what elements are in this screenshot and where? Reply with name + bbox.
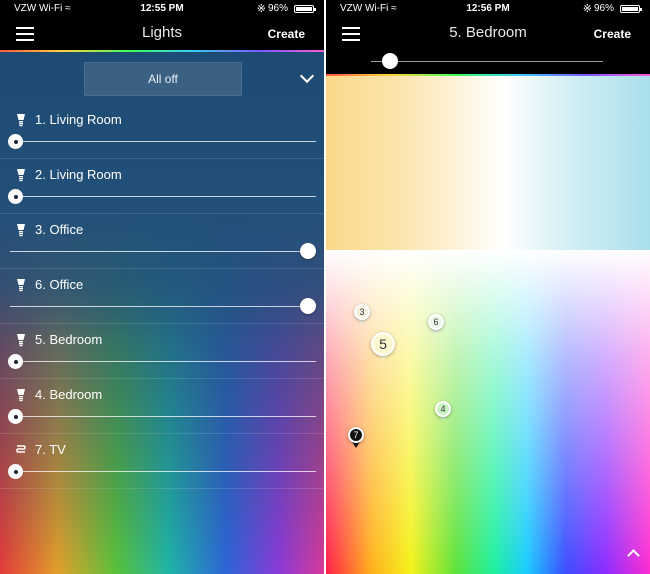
brightness-slider-thumb[interactable] xyxy=(8,409,23,424)
create-button[interactable]: Create xyxy=(268,27,305,41)
light-pin-label: 5 xyxy=(371,332,395,356)
color-picker-screen: VZW Wi-Fi ≈ 12:56 PM ※ 96% 5. Bedroom Cr… xyxy=(326,0,650,574)
brightness-slider-thumb[interactable] xyxy=(381,53,398,69)
light-pin-7[interactable]: 7 xyxy=(348,427,364,449)
bluetooth-icon: ※ xyxy=(582,3,592,15)
brightness-slider-track[interactable] xyxy=(10,196,316,197)
chevron-down-icon[interactable] xyxy=(299,68,315,84)
bluetooth-icon: ※ xyxy=(256,3,266,15)
lights-screen: VZW Wi-Fi ≈ 12:55 PM ※ 96% Lights Create… xyxy=(0,0,324,574)
light-name: 2. Living Room xyxy=(35,167,122,182)
light-row[interactable]: 2. Living Room xyxy=(0,159,324,214)
light-pin-label: 7 xyxy=(348,427,364,443)
light-row[interactable]: 1. Living Room xyxy=(0,104,324,159)
light-pin-3[interactable]: 3 xyxy=(354,304,370,326)
brightness-slider-thumb[interactable] xyxy=(300,298,316,314)
light-row[interactable]: 7. TV xyxy=(0,434,324,489)
light-pin-label: 6 xyxy=(428,314,444,330)
bulb-icon xyxy=(16,223,26,237)
brightness-slider-thumb[interactable] xyxy=(8,464,23,479)
bulb-icon xyxy=(16,333,26,347)
color-wheel-picker[interactable] xyxy=(326,250,650,574)
lightstrip-icon xyxy=(16,443,26,457)
brightness-slider-track[interactable] xyxy=(10,141,316,142)
brightness-slider-track[interactable] xyxy=(10,416,316,417)
lights-list: 1. Living Room 2. Living Room 3. Office 6. … xyxy=(0,104,324,489)
brightness-slider-thumb[interactable] xyxy=(300,243,316,259)
light-name: 5. Bedroom xyxy=(35,332,103,347)
light-row[interactable]: 3. Office xyxy=(0,214,324,269)
all-off-row: All off xyxy=(0,52,324,104)
light-name: 1. Living Room xyxy=(35,112,122,127)
brightness-slider-thumb[interactable] xyxy=(8,134,23,149)
light-name: 3. Office xyxy=(35,222,84,237)
brightness-slider-track[interactable] xyxy=(371,61,603,62)
battery-icon xyxy=(294,5,316,13)
battery-percent: 96% xyxy=(267,3,288,14)
light-row[interactable]: 6. Office xyxy=(0,269,324,324)
light-name: 4. Bedroom xyxy=(35,387,103,402)
battery-icon xyxy=(620,5,642,13)
color-temperature-picker[interactable] xyxy=(326,76,650,250)
light-pin-5[interactable]: 5 xyxy=(371,332,395,362)
brightness-slider-track[interactable] xyxy=(10,361,316,362)
bulb-icon xyxy=(16,168,26,182)
brightness-slider-thumb[interactable] xyxy=(8,189,23,204)
light-row[interactable]: 5. Bedroom xyxy=(0,324,324,379)
light-name: 7. TV xyxy=(35,442,66,457)
light-name: 6. Office xyxy=(35,277,84,292)
bulb-icon xyxy=(16,278,26,292)
light-row[interactable]: 4. Bedroom xyxy=(0,379,324,434)
all-off-button[interactable]: All off xyxy=(84,62,242,96)
nav-bar: Lights Create xyxy=(0,18,324,50)
light-pin-label: 3 xyxy=(354,304,370,320)
brightness-bar xyxy=(326,50,650,74)
bulb-icon xyxy=(16,113,26,127)
brightness-slider-track[interactable] xyxy=(10,251,316,252)
nav-bar: 5. Bedroom Create xyxy=(326,18,650,50)
light-pin-label: 4 xyxy=(435,401,451,417)
status-bar: VZW Wi-Fi ≈ 12:55 PM ※ 96% xyxy=(0,0,324,18)
battery-percent: 96% xyxy=(593,3,614,14)
bulb-icon xyxy=(16,388,26,402)
brightness-slider-thumb[interactable] xyxy=(8,354,23,369)
status-bar: VZW Wi-Fi ≈ 12:56 PM ※ 96% xyxy=(326,0,650,18)
light-pin-6[interactable]: 6 xyxy=(428,314,444,336)
light-pin-4[interactable]: 4 xyxy=(435,401,451,423)
brightness-slider-track[interactable] xyxy=(10,471,316,472)
create-button[interactable]: Create xyxy=(594,27,631,41)
brightness-slider-track[interactable] xyxy=(10,306,316,307)
